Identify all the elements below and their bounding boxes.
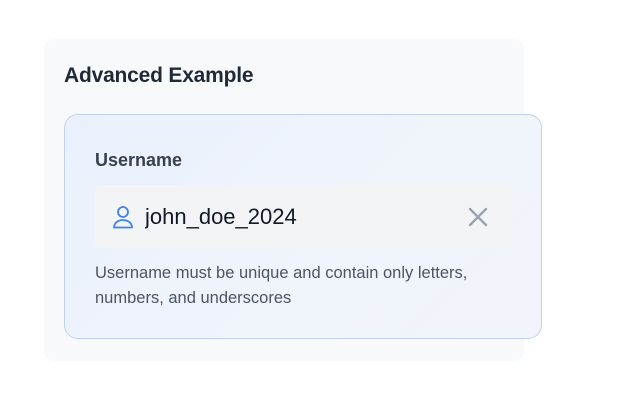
- section-title: Advanced Example: [64, 64, 254, 87]
- username-label: Username: [95, 150, 183, 170]
- username-helper-text: Username must be unique and contain only…: [95, 264, 468, 307]
- username-input[interactable]: [145, 185, 445, 248]
- user-icon: [113, 206, 133, 229]
- username-field-container: Username Username must be unique and con…: [64, 114, 542, 339]
- close-icon[interactable]: [467, 206, 489, 228]
- username-input-wrapper[interactable]: [95, 185, 511, 248]
